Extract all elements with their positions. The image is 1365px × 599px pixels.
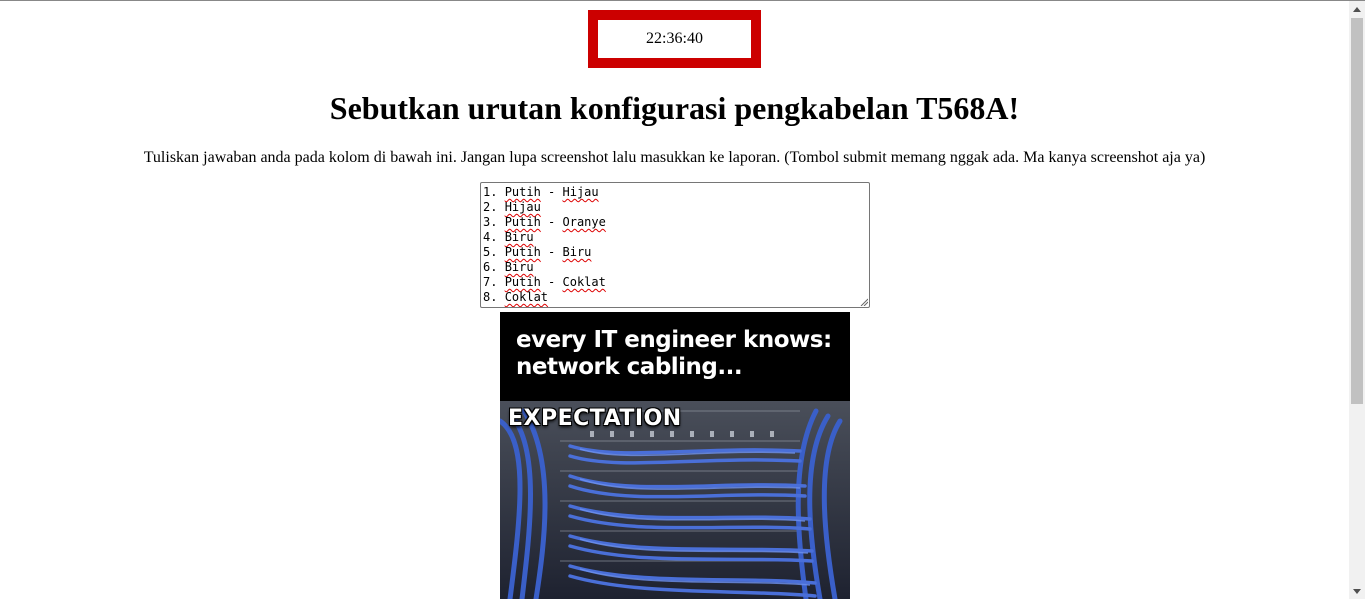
- answer-line: 2. Hijau: [483, 200, 541, 214]
- clock-display: 22:36:40: [588, 10, 761, 68]
- answer-line: 4. Biru: [483, 230, 534, 244]
- scrollbar-thumb[interactable]: [1351, 18, 1363, 404]
- answer-line: 1. Putih - Hijau: [483, 185, 599, 199]
- question-title: Sebutkan urutan konfigurasi pengkabelan …: [329, 90, 1020, 126]
- meme-caption-area: every IT engineer knows: network cabling…: [500, 312, 850, 401]
- resize-grip-icon[interactable]: [860, 298, 868, 306]
- meme-label: EXPECTATION: [508, 406, 682, 431]
- answer-line: 8. Coklat: [483, 290, 549, 304]
- arrow-up-icon[interactable]: [1349, 1, 1365, 17]
- clock-time: 22:36:40: [646, 30, 703, 47]
- answer-line: 3. Putih - Oranye: [483, 215, 606, 229]
- meme-caption: every IT engineer knows: network cabling…: [516, 327, 832, 380]
- meme-image: every IT engineer knows: network cabling…: [500, 312, 850, 599]
- instructions-text: Tuliskan jawaban anda pada kolom di bawa…: [143, 149, 1206, 166]
- page: 22:36:40 Sebutkan urutan konfigurasi pen…: [0, 1, 1349, 599]
- answer-line: 7. Putih - Coklat: [483, 275, 606, 289]
- answer-line: 6. Biru: [483, 260, 534, 274]
- answer-line: 5. Putih - Biru: [483, 245, 592, 259]
- arrow-down-icon[interactable]: [1349, 583, 1365, 599]
- answer-textarea[interactable]: 1. Putih - Hijau 2. Hijau 3. Putih - Ora…: [480, 182, 870, 308]
- vertical-scrollbar[interactable]: [1349, 1, 1365, 599]
